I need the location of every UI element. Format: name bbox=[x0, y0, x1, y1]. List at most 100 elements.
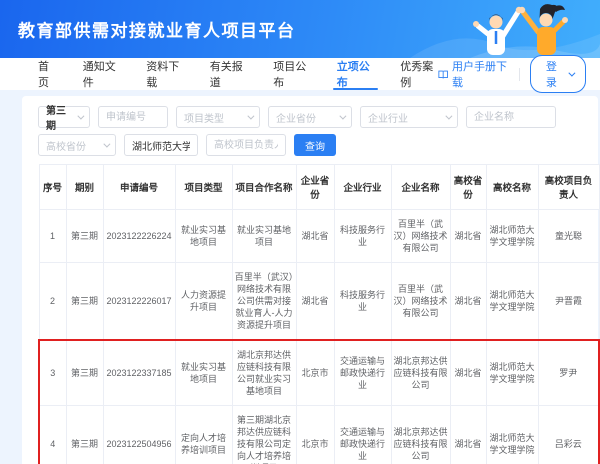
table-cell: 2 bbox=[39, 263, 66, 341]
top-banner: 教育部供需对接就业育人项目平台 bbox=[0, 0, 600, 58]
page-title: 教育部供需对接就业育人项目平台 bbox=[18, 17, 296, 42]
table-cell: 第三期 bbox=[66, 210, 103, 263]
table-cell: 湖北京邦达供应链科技有限公司 bbox=[391, 340, 450, 406]
nav-item-approved-projects[interactable]: 立项公布 bbox=[337, 58, 375, 90]
column-header: 企业省份 bbox=[296, 165, 334, 210]
company-industry-select[interactable]: 企业行业 bbox=[360, 106, 458, 128]
column-header: 序号 bbox=[39, 165, 66, 210]
table-row: 1第三期2023122226224就业实习基地项目就业实习基地项目湖北省科技服务… bbox=[39, 210, 599, 263]
table-cell: 罗尹 bbox=[538, 340, 599, 406]
table-cell: 尹晋霞 bbox=[538, 263, 599, 341]
table-cell: 湖北省 bbox=[296, 263, 334, 341]
table-cell: 吕彩云 bbox=[538, 406, 599, 464]
table-cell: 北京市 bbox=[296, 340, 334, 406]
table-cell: 第三期湖北京邦达供应链科技有限公司定向人才培养培训项目 bbox=[232, 406, 296, 464]
chevron-down-icon bbox=[445, 112, 452, 119]
college-name-input[interactable] bbox=[124, 134, 198, 156]
nav-divider bbox=[519, 68, 520, 81]
table-cell: 湖北省 bbox=[450, 210, 486, 263]
table-cell: 2023122226224 bbox=[103, 210, 175, 263]
table-cell: 第三期 bbox=[66, 263, 103, 341]
column-header: 企业行业 bbox=[334, 165, 391, 210]
table-cell: 湖北省 bbox=[296, 210, 334, 263]
user-manual-label: 用户手册下载 bbox=[452, 58, 509, 90]
table-cell: 交通运输与邮政快递行业 bbox=[334, 406, 391, 464]
nav-item-home[interactable]: 首页 bbox=[38, 58, 57, 90]
company-province-placeholder: 企业省份 bbox=[276, 110, 316, 125]
table-row: 2第三期2023122226017人力资源提升项目 百里半（武汉）网络技术有限公司… bbox=[39, 263, 599, 341]
college-province-placeholder: 高校省份 bbox=[46, 138, 86, 153]
table-cell: 湖北省 bbox=[450, 406, 486, 464]
filter-row-1: 第三期 项目类型 企业省份 企业行业 bbox=[38, 106, 582, 128]
column-header: 高校省份 bbox=[450, 165, 486, 210]
high-five-illustration bbox=[410, 0, 600, 58]
company-industry-placeholder: 企业行业 bbox=[368, 110, 408, 125]
table-cell: 交通运输与邮政快递行业 bbox=[334, 340, 391, 406]
chevron-down-icon bbox=[247, 112, 254, 119]
table-cell: 湖北师范大学文理学院 bbox=[486, 263, 538, 341]
project-type-select[interactable]: 项目类型 bbox=[176, 106, 260, 128]
column-header: 期别 bbox=[66, 165, 103, 210]
table-cell: 第三期 bbox=[66, 340, 103, 406]
table-body: 1第三期2023122226224就业实习基地项目就业实习基地项目湖北省科技服务… bbox=[39, 210, 599, 464]
chevron-down-icon bbox=[339, 112, 346, 119]
table-cell: 2023122226017 bbox=[103, 263, 175, 341]
search-button[interactable]: 查询 bbox=[294, 134, 336, 156]
table-cell: 科技服务行业 bbox=[334, 263, 391, 341]
table-row: 3第三期2023122337185就业实习基地项目湖北京邦达供应链科技有限公司就… bbox=[39, 340, 599, 406]
table-cell: 2023122504956 bbox=[103, 406, 175, 464]
results-table: 序号期别申请编号项目类型项目合作名称企业省份企业行业企业名称高校省份高校名称高校… bbox=[38, 164, 600, 464]
table-cell: 童光聪 bbox=[538, 210, 599, 263]
column-header: 企业名称 bbox=[391, 165, 450, 210]
column-header: 高校名称 bbox=[486, 165, 538, 210]
college-province-select[interactable]: 高校省份 bbox=[38, 134, 116, 156]
column-header: 申请编号 bbox=[103, 165, 175, 210]
chevron-down-icon bbox=[77, 112, 84, 119]
chevron-down-icon bbox=[103, 140, 110, 147]
table-cell: 就业实习基地项目 bbox=[175, 210, 232, 263]
table-row: 4第三期2023122504956定向人才培养培训项目第三期湖北京邦达供应链科技… bbox=[39, 406, 599, 464]
table-cell: 湖北京邦达供应链科技有限公司 bbox=[391, 406, 450, 464]
table-cell: 湖北师范大学文理学院 bbox=[486, 340, 538, 406]
column-header: 项目类型 bbox=[175, 165, 232, 210]
table-cell: 百里半（武汉）网络技术有限公司 bbox=[391, 210, 450, 263]
table-cell: 就业实习基地项目 bbox=[232, 210, 296, 263]
company-name-input[interactable] bbox=[466, 106, 556, 128]
table-cell: 湖北省 bbox=[450, 340, 486, 406]
column-header: 高校项目负责人 bbox=[538, 165, 599, 210]
table-cell: 2023122337185 bbox=[103, 340, 175, 406]
table-cell: 人力资源提升项目 bbox=[175, 263, 232, 341]
apply-no-input[interactable] bbox=[98, 106, 168, 128]
book-icon bbox=[438, 69, 448, 80]
table-cell: 百里半（武汉）网络技术有限公司 bbox=[391, 263, 450, 341]
main-nav: 首页 通知文件 资料下载 有关报道 项目公布 立项公布 优秀案例 用户手册下载 … bbox=[0, 58, 600, 90]
table-cell: 3 bbox=[39, 340, 66, 406]
project-type-placeholder: 项目类型 bbox=[184, 110, 224, 125]
table-head: 序号期别申请编号项目类型项目合作名称企业省份企业行业企业名称高校省份高校名称高校… bbox=[39, 165, 599, 210]
user-manual-download-link[interactable]: 用户手册下载 bbox=[438, 58, 509, 90]
table-cell: 北京市 bbox=[296, 406, 334, 464]
table-cell: 科技服务行业 bbox=[334, 210, 391, 263]
nav-item-best-cases[interactable]: 优秀案例 bbox=[400, 58, 438, 90]
table-cell: 就业实习基地项目 bbox=[175, 340, 232, 406]
company-province-select[interactable]: 企业省份 bbox=[268, 106, 352, 128]
login-label: 登录 bbox=[543, 58, 560, 90]
nav-items: 首页 通知文件 资料下载 有关报道 项目公布 立项公布 优秀案例 bbox=[38, 58, 438, 90]
period-value: 第三期 bbox=[46, 102, 73, 132]
nav-item-notices[interactable]: 通知文件 bbox=[83, 58, 121, 90]
nav-right-group: 用户手册下载 登录 bbox=[438, 55, 586, 93]
table-cell: 第三期 bbox=[66, 406, 103, 464]
table-header-row: 序号期别申请编号项目类型项目合作名称企业省份企业行业企业名称高校省份高校名称高校… bbox=[39, 165, 599, 210]
college-leader-input[interactable] bbox=[206, 134, 286, 156]
filter-row-2: 高校省份 查询 bbox=[38, 134, 582, 156]
table-cell: 湖北师范大学文理学院 bbox=[486, 406, 538, 464]
nav-item-reports[interactable]: 有关报道 bbox=[210, 58, 248, 90]
chevron-down-icon bbox=[568, 69, 575, 76]
nav-item-downloads[interactable]: 资料下载 bbox=[146, 58, 184, 90]
column-header: 项目合作名称 bbox=[232, 165, 296, 210]
table-cell: 定向人才培养培训项目 bbox=[175, 406, 232, 464]
nav-item-project-announcement[interactable]: 项目公布 bbox=[273, 58, 311, 90]
period-select[interactable]: 第三期 bbox=[38, 106, 90, 128]
login-button[interactable]: 登录 bbox=[530, 55, 586, 93]
table-cell: 湖北省 bbox=[450, 263, 486, 341]
